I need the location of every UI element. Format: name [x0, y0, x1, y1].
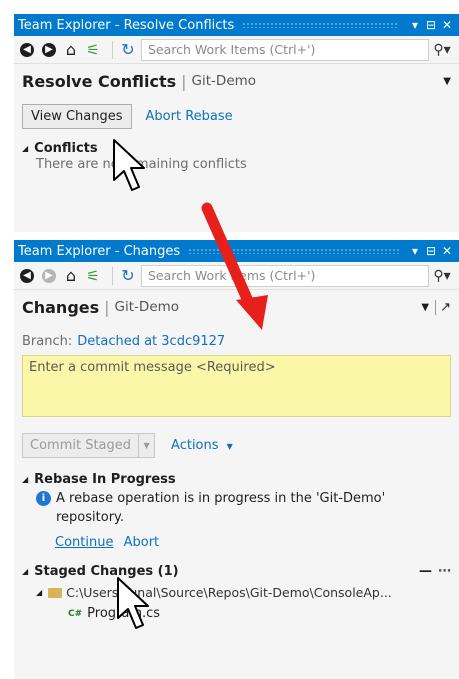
forward-button[interactable]: ▶: [40, 267, 58, 285]
home-icon[interactable]: ⌂: [62, 40, 80, 59]
panel-title: Team Explorer - Resolve Conflicts: [18, 17, 235, 33]
changes-panel: Team Explorer - Changes ▾ ⊟ ✕ ◀ ▶ ⌂ ⚟ ↻ …: [14, 240, 459, 679]
folder-path: C:\Users\kunal\Source\Repos\Git-Demo\Con…: [66, 585, 392, 600]
folder-row[interactable]: ◢ C:\Users\kunal\Source\Repos\Git-Demo\C…: [22, 585, 451, 600]
conflicts-section-header[interactable]: ◢ Conflicts: [22, 141, 451, 156]
view-changes-button[interactable]: View Changes: [22, 104, 132, 129]
rebase-message: A rebase operation is in progress in the…: [56, 491, 386, 525]
repo-name: Git-Demo: [114, 299, 180, 315]
search-input[interactable]: Search Work Items (Ctrl+'): [141, 264, 429, 287]
info-icon: i: [36, 491, 51, 506]
search-icon[interactable]: ⚲▾: [429, 268, 455, 284]
chevron-down-icon[interactable]: ▼: [421, 302, 429, 313]
conflicts-message: There are no remaining conflicts: [36, 157, 247, 172]
collapse-icon: ◢: [36, 588, 43, 597]
dropdown-icon[interactable]: ▾: [407, 244, 423, 258]
csharp-file-icon: C#: [68, 608, 83, 619]
commit-staged-label: Commit Staged: [30, 438, 132, 453]
continue-link[interactable]: Continue: [55, 535, 113, 550]
refresh-icon[interactable]: ↻: [119, 266, 137, 285]
panel-title: Team Explorer - Changes: [18, 243, 181, 259]
resolve-conflicts-panel: Team Explorer - Resolve Conflicts ▾ ⊟ ✕ …: [14, 14, 459, 232]
forward-button[interactable]: ▶: [40, 41, 58, 59]
abort-rebase-link[interactable]: Abort Rebase: [146, 109, 233, 124]
staged-section-header[interactable]: ◢ Staged Changes (1) — ⋯: [22, 564, 451, 579]
toolbar: ◀ ▶ ⌂ ⚟ ↻ Search Work Items (Ctrl+') ⚲▾: [14, 36, 459, 64]
chevron-down-icon[interactable]: ▼: [443, 76, 451, 87]
refresh-icon[interactable]: ↻: [119, 40, 137, 59]
file-name: Program.cs: [87, 606, 161, 621]
toolbar: ◀ ▶ ⌂ ⚟ ↻ Search Work Items (Ctrl+') ⚲▾: [14, 262, 459, 290]
page-title: Changes: [22, 297, 100, 317]
file-row[interactable]: C# Program.cs: [22, 606, 451, 621]
panel-titlebar: Team Explorer - Resolve Conflicts ▾ ⊟ ✕: [14, 14, 459, 36]
navigate-out-icon[interactable]: ↗: [435, 299, 451, 315]
branch-label: Branch:: [22, 334, 73, 349]
collapse-icon: ◢: [22, 144, 29, 153]
commit-staged-button[interactable]: Commit Staged ▼: [22, 433, 156, 458]
rebase-section-header[interactable]: ◢ Rebase In Progress: [22, 472, 451, 487]
connect-icon[interactable]: ⚟: [84, 267, 102, 285]
dropdown-icon[interactable]: ▾: [407, 18, 423, 32]
collapse-icon: ◢: [22, 475, 29, 484]
back-icon: ◀: [20, 268, 34, 283]
page-title: Resolve Conflicts: [22, 71, 177, 91]
close-icon[interactable]: ✕: [439, 18, 455, 32]
connect-icon[interactable]: ⚟: [84, 41, 102, 59]
more-options-icon[interactable]: ⋯: [438, 564, 451, 579]
page-header: Changes | Git-Demo ▼ ↗: [22, 297, 451, 317]
branch-link[interactable]: Detached at 3cdc9127: [77, 334, 225, 349]
commit-message-input[interactable]: Enter a commit message <Required>: [22, 355, 451, 417]
forward-icon: ▶: [42, 268, 56, 283]
repo-name: Git-Demo: [191, 73, 257, 89]
collapse-icon: ◢: [22, 567, 29, 576]
search-input[interactable]: Search Work Items (Ctrl+'): [141, 38, 429, 61]
back-icon: ◀: [20, 42, 34, 57]
abort-link[interactable]: Abort: [124, 535, 160, 550]
home-icon[interactable]: ⌂: [62, 266, 80, 285]
pin-icon[interactable]: ⊟: [423, 18, 439, 32]
page-header: Resolve Conflicts | Git-Demo ▼: [22, 71, 451, 91]
actions-menu[interactable]: Actions ▼: [171, 438, 233, 453]
back-button[interactable]: ◀: [18, 41, 36, 59]
folder-icon: [48, 587, 63, 598]
chevron-down-icon: ▼: [226, 442, 233, 451]
forward-icon: ▶: [42, 42, 56, 57]
unstage-all-icon[interactable]: —: [419, 564, 432, 579]
chevron-down-icon[interactable]: ▼: [138, 434, 154, 457]
search-icon[interactable]: ⚲▾: [429, 42, 455, 58]
panel-titlebar: Team Explorer - Changes ▾ ⊟ ✕: [14, 240, 459, 262]
back-button[interactable]: ◀: [18, 267, 36, 285]
close-icon[interactable]: ✕: [439, 244, 455, 258]
pin-icon[interactable]: ⊟: [423, 244, 439, 258]
